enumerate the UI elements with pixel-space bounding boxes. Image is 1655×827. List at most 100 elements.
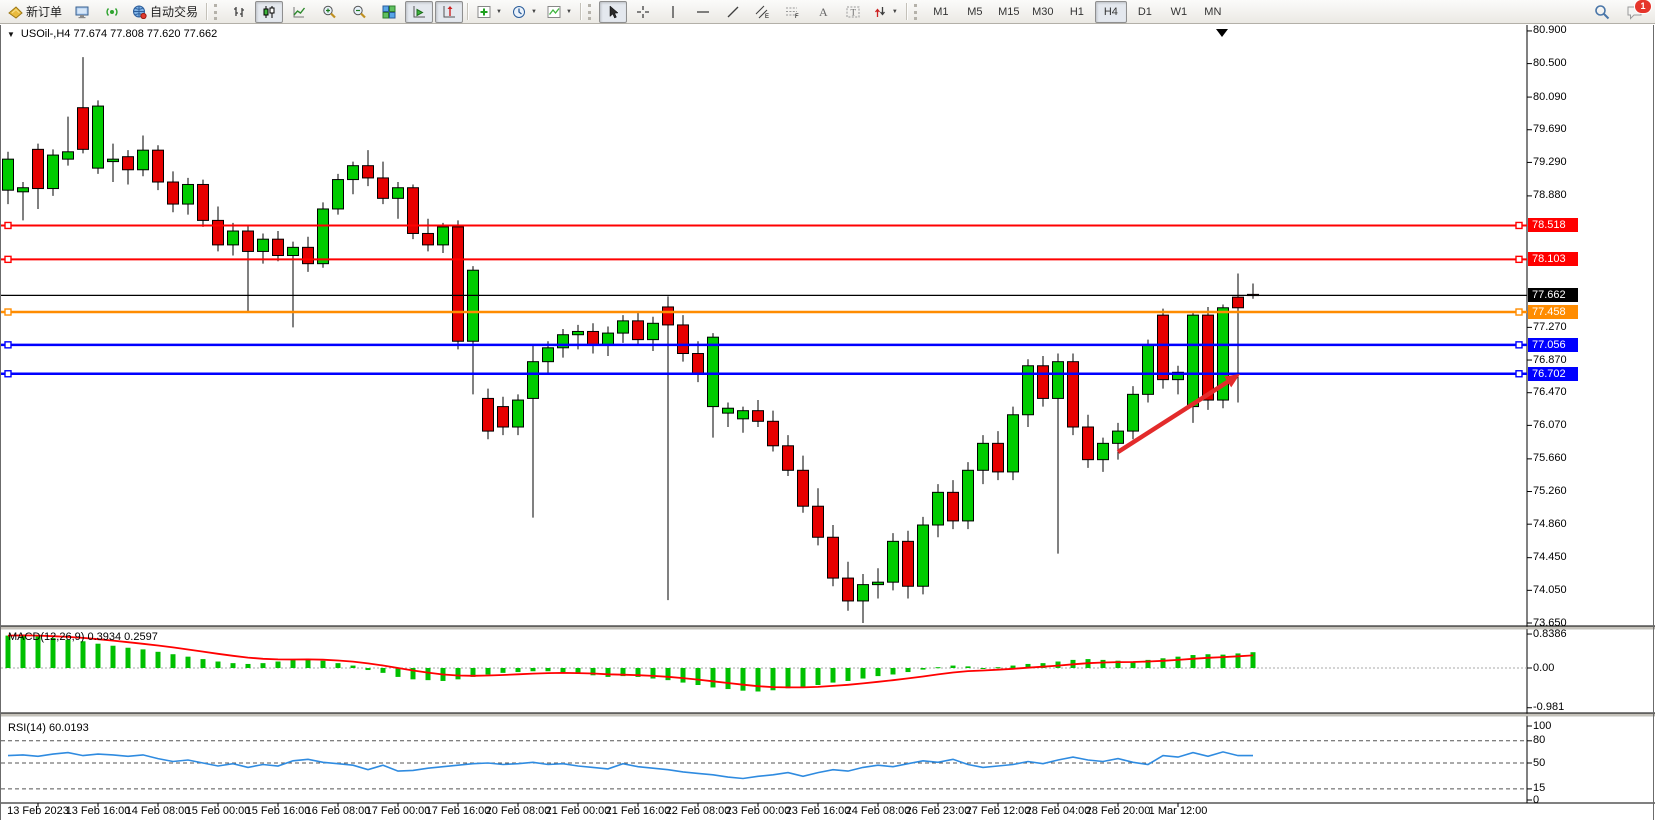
time-axis-label: 28 Feb 04:00	[1026, 805, 1091, 817]
level-anchor-handle[interactable]	[5, 222, 11, 228]
level-anchor-handle[interactable]	[1516, 222, 1522, 228]
level-anchor-handle[interactable]	[1516, 309, 1522, 315]
level-anchor-handle[interactable]	[1516, 371, 1522, 377]
candle-body	[588, 331, 599, 345]
macd-bar	[516, 668, 521, 672]
level-anchor-handle[interactable]	[5, 342, 11, 348]
tf-d1-button[interactable]: D1	[1129, 1, 1161, 23]
candle-body	[708, 337, 719, 406]
macd-bar	[201, 659, 206, 668]
chart-shift-button[interactable]	[435, 1, 463, 23]
price-axis-label: 74.860	[1533, 518, 1567, 531]
level-anchor-handle[interactable]	[1516, 256, 1522, 262]
fibonacci-tool-button[interactable]: F	[779, 1, 807, 23]
toolbar-grip[interactable]	[914, 4, 920, 20]
macd-bar	[81, 641, 86, 668]
level-anchor-handle[interactable]	[5, 371, 11, 377]
pane-splitter[interactable]	[0, 627, 1655, 629]
chart-canvas[interactable]	[0, 0, 1655, 827]
candle-body	[348, 166, 359, 180]
chevron-down-icon[interactable]: ▼	[892, 9, 898, 15]
indicators-button[interactable]: ▼	[473, 1, 506, 23]
macd-bar	[231, 663, 236, 668]
zoom-out-button[interactable]	[345, 1, 373, 23]
tf-mn-button[interactable]: MN	[1197, 1, 1229, 23]
notifications-button[interactable]: 1	[1623, 1, 1645, 23]
price-axis-label: 77.270	[1533, 321, 1567, 334]
chevron-down-icon[interactable]: ▼	[531, 9, 537, 15]
data-signal-button[interactable]	[98, 1, 126, 23]
templates-button[interactable]: ▼	[543, 1, 576, 23]
candle-body	[1098, 443, 1109, 459]
macd-bar	[831, 668, 836, 683]
tf-h4-button[interactable]: H4	[1095, 1, 1127, 23]
new-order-button[interactable]: 新订单	[4, 1, 66, 23]
level-anchor-handle[interactable]	[5, 309, 11, 315]
candle-body	[78, 108, 89, 150]
tf-m1-button[interactable]: M1	[925, 1, 957, 23]
candle-body	[858, 585, 869, 601]
line-chart-mode-button[interactable]	[285, 1, 313, 23]
candlestick-mode-button[interactable]	[255, 1, 283, 23]
crosshair-tool-button[interactable]	[629, 1, 657, 23]
text-tool-button[interactable]: A	[809, 1, 837, 23]
bar-chart-mode-button[interactable]	[225, 1, 253, 23]
toolbar-grip[interactable]	[588, 4, 594, 20]
time-axis-label: 1 Mar 12:00	[1149, 805, 1208, 817]
channel-tool-button[interactable]: E	[749, 1, 777, 23]
macd-histogram	[6, 635, 1256, 692]
time-axis-label: 15 Feb 00:00	[186, 805, 251, 817]
tf-h1-button[interactable]: H1	[1061, 1, 1093, 23]
zoom-in-button[interactable]	[315, 1, 343, 23]
search-button[interactable]	[1591, 1, 1613, 23]
tf-m30-button[interactable]: M30	[1027, 1, 1059, 23]
cursor-tool-button[interactable]	[599, 1, 627, 23]
vertical-line-tool-button[interactable]	[659, 1, 687, 23]
main-chart-pane[interactable]	[1, 25, 1527, 626]
macd-bar	[996, 667, 1001, 668]
trendline-tool-button[interactable]	[719, 1, 747, 23]
candle-body	[798, 470, 809, 506]
price-axis-label: 76.870	[1533, 354, 1567, 367]
candle-body	[1158, 315, 1169, 380]
label-tool-button[interactable]: T	[839, 1, 867, 23]
chevron-down-icon[interactable]: ▼	[566, 9, 572, 15]
tf-m15-button[interactable]: M15	[993, 1, 1025, 23]
search-icon	[1594, 4, 1610, 20]
horizontal-line-tool-button[interactable]	[689, 1, 717, 23]
candle-body	[63, 152, 74, 159]
tile-windows-button[interactable]	[375, 1, 403, 23]
candle-body	[873, 582, 884, 584]
toolbar-right: 1	[1591, 1, 1645, 23]
chevron-down-icon[interactable]: ▼	[496, 9, 502, 15]
candle-body	[888, 541, 899, 582]
macd-bar	[756, 668, 761, 691]
chart-caption: ▼ USOil-,H4 77.674 77.808 77.620 77.662	[7, 28, 217, 40]
chevron-down-icon[interactable]: ▼	[7, 30, 15, 39]
candle-body	[1128, 394, 1139, 431]
chart-shift-icon	[442, 5, 456, 19]
toolbar-grip[interactable]	[214, 4, 220, 20]
macd-bar	[531, 668, 536, 671]
arrows-tool-button[interactable]: ▼	[869, 1, 902, 23]
macd-bar	[936, 667, 941, 668]
svg-text:E: E	[765, 14, 769, 19]
macd-bar	[291, 660, 296, 668]
tf-m5-button[interactable]: M5	[959, 1, 991, 23]
level-anchor-handle[interactable]	[1516, 342, 1522, 348]
auto-scroll-button[interactable]	[405, 1, 433, 23]
price-axis-label: 78.880	[1533, 189, 1567, 202]
level-anchor-handle[interactable]	[5, 256, 11, 262]
macd-bar	[951, 666, 956, 668]
auto-trading-button[interactable]: 自动交易	[128, 1, 202, 23]
auto-trading-label: 自动交易	[150, 3, 198, 20]
candle-body	[108, 159, 119, 161]
periods-button[interactable]: ▼	[508, 1, 541, 23]
main-toolbar: 新订单 自动交易 ▼ ▼ ▼ E FAT ▼ M1M5M15M30H1H4D1W1MN	[0, 0, 1655, 24]
market-watch-icon	[75, 5, 89, 19]
pane-splitter[interactable]	[0, 714, 1655, 716]
time-axis-label: 23 Feb 00:00	[726, 805, 791, 817]
market-watch-button[interactable]	[68, 1, 96, 23]
tf-w1-button[interactable]: W1	[1163, 1, 1195, 23]
candle-body	[573, 331, 584, 334]
